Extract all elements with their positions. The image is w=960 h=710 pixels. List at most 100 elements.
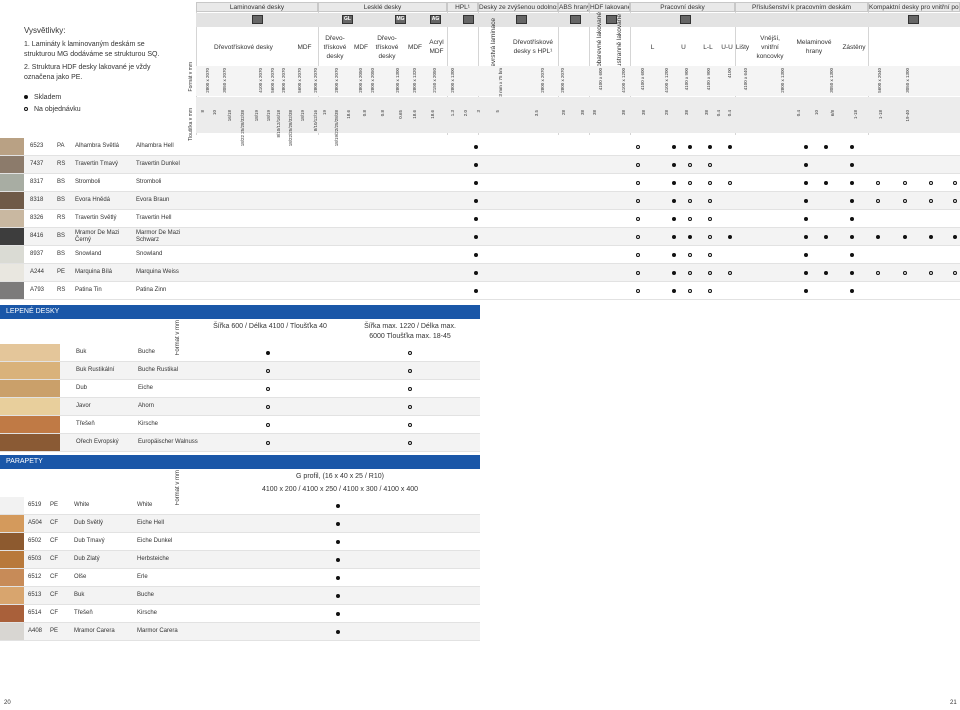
on-order-ring [953,181,957,185]
glued-name-cz: Ořech Evropský [76,439,119,445]
thickness-value: 38 [580,110,585,116]
sub-koncovky: Vnější, vnitřní koncovky [756,34,784,60]
sill-row [0,587,480,605]
sill-code: 6502 [28,538,42,544]
note-number: 1. [24,41,30,48]
sill-structure: CF [50,556,58,562]
thickness-value: 38 [592,110,597,116]
thickness-value: 8/10/12/16/18 [276,110,281,138]
decor-name-de: Snowland [136,251,163,257]
sill-code: 6512 [28,574,42,580]
format-value: 2800 x 2070 [540,68,545,93]
decor-structure: PA [57,143,65,149]
format-value: 4100 x 600 [598,68,603,91]
thickness-value: 38 [641,110,646,116]
sill-code: A408 [28,628,43,634]
in-stock-dot [824,181,828,185]
sub-resistant: Dřevotřískové desky s HPL¹ [512,39,554,55]
decor-name-cz: Snowland [75,251,102,257]
format-value: 3050 x 2070 [222,68,227,93]
in-stock-dot [824,271,828,275]
thickness-value: 0.8 [362,110,367,117]
sill-name-cz: White [74,502,90,508]
sill-swatch [0,623,24,640]
on-order-ring [708,199,712,203]
in-stock-dot [688,145,692,149]
glued-name-de: Ahorn [138,403,155,409]
sub-L: L [650,43,655,51]
legend-label: Na objednávku [33,106,81,113]
format-value: 2800 x 2070 [205,68,210,93]
format-value: 4100 x 600 [640,68,645,91]
thickness-value: 1.3 [450,110,455,117]
on-order-ring [636,163,640,167]
format-value: 2800 x 2070 [313,68,318,93]
in-stock-dot [804,253,808,257]
in-stock-dot [672,199,676,203]
format-value: 4100 x 2070 [258,68,263,93]
legend-in-stock: Skladem [24,94,61,101]
sub-laminated-mdf: MDF [297,43,312,51]
sill-name-de: Eiche Dunkel [137,538,173,544]
in-stock-dot [929,235,933,239]
sill-name-de: Buche [137,592,155,598]
sub-melamin: Melaminové hrany [796,39,832,55]
decor-name-de: Travertin Hell [136,215,172,221]
decor-code: 7437 [30,161,44,167]
decor-swatch [0,210,24,227]
thickness-value: 38 [621,110,626,116]
in-stock-dot [728,145,732,149]
decor-swatch [0,228,24,245]
in-stock-dot [804,199,808,203]
note-2: 2. Struktura HDF desky lakované je vždy … [24,63,174,83]
wood-swatch [0,362,60,379]
sill-structure: PE [50,502,59,508]
thickness-value: 28 [664,110,669,116]
sub-gloss-mdf2: MDF [407,43,423,51]
thickness-value: 8/10/12/16 [313,110,318,132]
on-order-ring [929,199,933,203]
sill-code: 6513 [28,592,42,598]
format-value: 2800 x 2050 [358,68,363,93]
sill-name-cz: Třešeň [74,610,93,616]
sub-abs1: Jednobarevné lakované [595,12,603,82]
group-abs: ABS hrany [558,2,589,12]
page-number-left: 20 [4,700,11,706]
format-value: 23 mm x 75 bm [498,68,503,100]
thickness-value: 18/19 [254,110,259,122]
in-stock-dot [903,235,907,239]
glued-col2-header: Šířka max. 1220 / Délka max. 6000 Tloušť… [364,323,456,340]
decor-name-cz: Marquina Bílá [75,269,113,275]
sill-row [0,551,480,569]
decor-name-cz: Alhambra Světlá [75,143,120,149]
wood-swatch [0,434,60,451]
sill-swatch [0,551,24,568]
decor-structure: BS [57,251,66,257]
on-order-ring [408,441,412,445]
thickness-band [196,97,960,133]
in-stock-dot [336,612,340,616]
format-value: 3050 x 1300 [829,68,834,93]
in-stock-dot [708,145,712,149]
hpl-icon [463,15,474,24]
sub-abs2: Oboustranně lakované [616,14,623,80]
thickness-value: 16/18 [227,110,232,122]
thickness-value: 18.6 [412,110,417,119]
decor-name-cz: Stromboli [75,179,101,185]
on-order-ring [266,441,270,445]
in-stock-dot [850,181,854,185]
sills-profile-line: G profil, (16 x 40 x 25 / R10) [296,473,384,480]
decor-code: 8937 [30,251,44,257]
on-order-ring [688,181,692,185]
ag-icon: AG [430,15,441,24]
glued-name-cz: Třešeň [76,421,95,427]
in-stock-dot [672,271,676,275]
in-stock-dot [850,163,854,167]
note-text: Struktura HDF desky lakované je vždy ozn… [24,64,151,81]
in-stock-dot [672,217,676,221]
format-value: 2800 x 1300 [780,68,785,93]
ring-icon [24,106,32,113]
sill-structure: CF [50,538,58,544]
glued-name-cz: Javor [76,403,91,409]
thickness-value: 5 [495,110,500,113]
